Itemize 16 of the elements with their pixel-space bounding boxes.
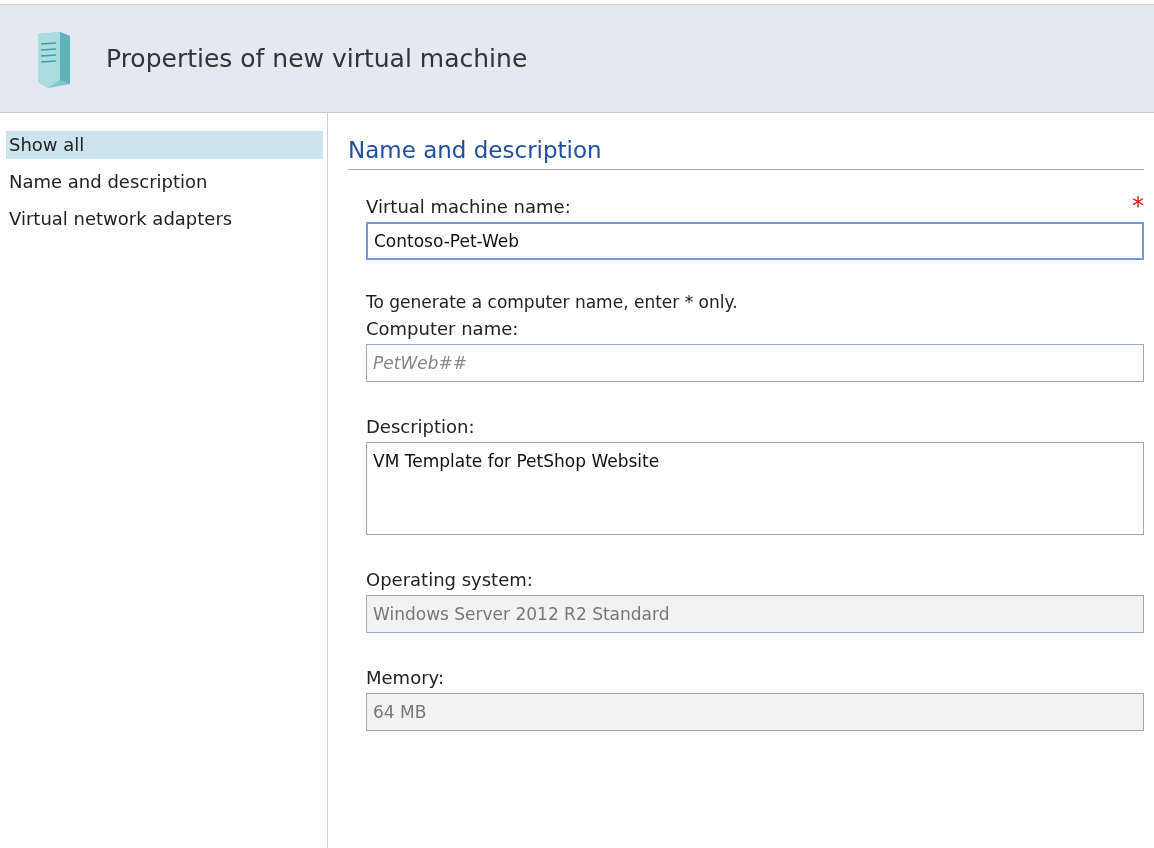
field-label: Operating system: <box>366 569 533 590</box>
field-label: Virtual machine name: <box>366 196 571 217</box>
text-area[interactable]: VM Template for PetShop Website <box>366 442 1144 535</box>
hint-text: To generate a computer name, enter * only. <box>366 292 739 312</box>
sidebar-item[interactable]: Name and description <box>6 168 323 196</box>
input-field[interactable]: PetWeb## <box>366 344 1144 382</box>
sidebar-item[interactable]: Virtual network adapters <box>6 205 323 233</box>
field-label: Memory: <box>366 667 444 688</box>
field-label: Computer name: <box>366 318 519 339</box>
input-field[interactable]: Contoso-Pet-Web <box>366 222 1144 260</box>
section-title: Name and description <box>348 137 1144 170</box>
window-title: Properties of new virtual machine <box>106 44 528 73</box>
server-icon <box>36 29 72 88</box>
sidebar-item[interactable]: Show all <box>6 131 323 159</box>
field-label: Description: <box>366 416 475 437</box>
required-mark: * <box>1132 196 1144 216</box>
